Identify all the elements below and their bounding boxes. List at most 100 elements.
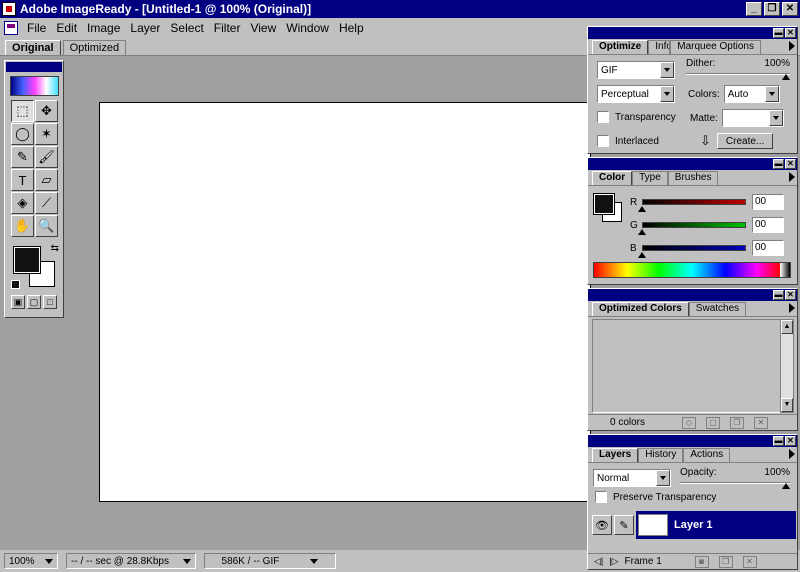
opacity-value[interactable]: 100% [764,467,790,478]
palette-menu-icon[interactable] [789,41,795,51]
zoom-dropdown[interactable]: 100% [4,553,58,569]
optimized-colors-list[interactable] [592,319,782,413]
lasso-tool-icon[interactable]: ◯ [11,123,34,145]
download-time-field[interactable]: -- / -- sec @ 28.8Kbps [66,553,196,569]
palette-minimize-button[interactable]: ▬ [773,290,784,300]
opacity-slider-thumb[interactable] [782,483,790,489]
pencil-tool-icon[interactable]: ✎ [11,146,34,168]
toolbox-titlebar[interactable] [6,62,62,72]
matte-select[interactable] [721,109,784,127]
scroll-up-icon[interactable]: ▲ [781,320,793,334]
minimize-button[interactable]: _ [746,2,762,16]
zoom-tool-icon[interactable]: 🔍 [35,215,58,237]
swap-colors-icon[interactable]: ⇆ [51,243,59,254]
menu-help[interactable]: Help [334,21,369,35]
close-button[interactable]: ✕ [782,2,798,16]
lock-color-icon[interactable]: ▢ [706,416,720,429]
hand-tool-icon[interactable]: ✋ [11,215,34,237]
palette-minimize-button[interactable]: ▬ [773,159,784,169]
tab-marquee-options[interactable]: Marquee Options [670,40,761,54]
layer-row[interactable]: 👁 ✎ Layer 1 [592,511,796,539]
color-spectrum-bar[interactable] [593,262,791,278]
palette-select[interactable]: Perceptual [597,85,675,103]
channel-slider-thumb[interactable] [638,229,646,235]
preserve-transparency-checkbox[interactable] [595,491,607,503]
brush-tool-icon[interactable]: 🖌 [35,146,58,168]
palette-close-button[interactable]: ✕ [785,436,796,446]
new-layer-icon[interactable]: ❐ [718,555,733,568]
document-icon[interactable] [4,21,18,35]
marquee-tool-icon[interactable]: ⬚ [11,100,34,122]
file-size-field[interactable]: 586K / -- GIF [204,553,336,569]
standard-screen-mode-icon[interactable]: ▣ [11,295,25,309]
tab-history[interactable]: History [638,448,684,462]
transparency-checkbox[interactable] [597,111,609,123]
tab-info[interactable]: Info [648,40,671,54]
layer-item-selected[interactable]: Layer 1 [636,511,796,539]
palette-close-button[interactable]: ✕ [785,290,796,300]
menu-image[interactable]: Image [82,21,125,35]
menu-window[interactable]: Window [281,21,334,35]
tab-type[interactable]: Type [632,171,668,185]
tab-original[interactable]: Original [5,40,61,55]
trash-icon[interactable]: ✕ [754,416,768,429]
type-tool-icon[interactable]: T [11,169,34,191]
channel-slider[interactable] [638,222,746,235]
eye-icon[interactable]: 👁 [592,515,612,535]
tab-brushes[interactable]: Brushes [667,171,719,185]
channel-slider[interactable] [638,245,746,258]
blend-mode-select[interactable]: Normal [593,469,671,487]
colors-scrollbar[interactable]: ▲ ▼ [780,319,794,413]
dither-slider-thumb[interactable] [782,74,790,80]
menu-file[interactable]: File [22,21,51,35]
paint-bucket-tool-icon[interactable]: ◈ [11,192,34,214]
tab-swatches[interactable]: Swatches [688,302,747,316]
web-shift-icon[interactable]: ◇ [682,416,696,429]
previous-frame-icon[interactable]: ◁| [594,556,603,567]
foreground-color-swatch[interactable] [593,193,615,215]
tab-actions[interactable]: Actions [683,448,731,462]
opacity-slider[interactable] [680,482,790,489]
menu-filter[interactable]: Filter [209,21,246,35]
droplet-icon[interactable]: ⇩ [700,133,711,149]
palette-titlebar[interactable]: ▬ ✕ [588,158,797,170]
next-frame-icon[interactable]: |▷ [609,556,618,567]
palette-close-button[interactable]: ✕ [785,28,796,38]
dither-slider[interactable] [686,73,790,80]
colors-select[interactable]: Auto [723,85,780,103]
palette-titlebar[interactable]: ▬ ✕ [588,27,797,39]
trash-icon[interactable]: ✕ [742,555,757,568]
palette-menu-icon[interactable] [789,449,795,459]
tab-layers[interactable]: Layers [592,448,639,462]
palette-titlebar[interactable]: ▬ ✕ [588,289,797,301]
brush-link-icon[interactable]: ✎ [614,515,634,535]
channel-slider-thumb[interactable] [638,252,646,258]
palette-close-button[interactable]: ✕ [785,159,796,169]
channel-slider[interactable] [638,199,746,212]
interlaced-checkbox[interactable] [597,135,609,147]
scroll-down-icon[interactable]: ▼ [781,398,793,412]
new-color-icon[interactable]: ❐ [730,416,744,429]
palette-menu-icon[interactable] [789,303,795,313]
eraser-tool-icon[interactable]: ▱ [35,169,58,191]
eyedropper-tool-icon[interactable]: ⟋ [35,192,58,214]
foreground-color-swatch[interactable] [13,246,41,274]
imageready-logo[interactable] [10,76,59,96]
image-canvas[interactable] [99,102,591,502]
menu-layer[interactable]: Layer [125,21,165,35]
layer-mask-icon[interactable]: ◙ [694,555,709,568]
magic-wand-tool-icon[interactable]: ✶ [35,123,58,145]
palette-menu-icon[interactable] [789,172,795,182]
app-icon[interactable] [2,2,16,16]
format-select[interactable]: GIF [597,61,675,79]
menu-select[interactable]: Select [165,21,208,35]
palette-minimize-button[interactable]: ▬ [773,436,784,446]
dither-value[interactable]: 100% [764,58,790,69]
channel-value-field[interactable]: 00 [752,217,784,233]
restore-button[interactable]: ❐ [764,2,780,16]
full-screen-mode-icon[interactable]: □ [43,295,57,309]
tab-optimized[interactable]: Optimized [62,40,127,55]
move-tool-icon[interactable]: ✥ [35,100,58,122]
full-screen-menu-mode-icon[interactable]: ▢ [27,295,41,309]
create-button[interactable]: Create... [716,133,774,149]
